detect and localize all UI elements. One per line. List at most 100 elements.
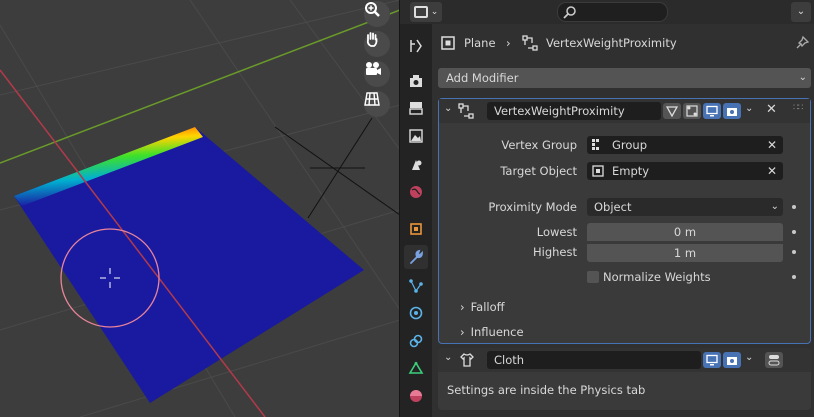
chevron-down-icon[interactable]: ⌄ (745, 103, 753, 114)
tab-object[interactable] (404, 217, 428, 241)
clear-icon[interactable]: ✕ (767, 162, 777, 180)
editor-type-icon (413, 6, 428, 18)
modifier-name-field[interactable]: VertexWeightProximity (487, 102, 661, 120)
close-icon[interactable]: ✕ (766, 102, 777, 117)
grid-icon[interactable] (364, 91, 390, 117)
render-toggle[interactable] (723, 352, 741, 368)
wrench-icon (410, 249, 423, 264)
add-modifier-label: Add Modifier (446, 71, 519, 85)
monitor-icon (706, 354, 718, 366)
camera-icon (727, 357, 737, 365)
keyframe-dot-icon[interactable] (792, 205, 796, 209)
tab-tool[interactable] (404, 34, 428, 58)
physics-icon (409, 306, 423, 320)
tab-particles[interactable] (404, 274, 428, 298)
realtime-toggle[interactable] (703, 103, 721, 119)
toggle-icon (768, 355, 780, 366)
highest-value: 1 m (673, 246, 697, 260)
proximity-mode-value: Object (594, 200, 632, 214)
pin-icon[interactable] (794, 35, 810, 51)
vertex-group-field[interactable]: Group ✕ (587, 136, 783, 154)
render-icon (410, 75, 422, 87)
hand-icon[interactable] (364, 31, 390, 57)
vertex-group-label: Vertex Group (501, 138, 577, 152)
proximity-mode-dropdown[interactable]: Object ⌄ (587, 198, 783, 216)
monitor-icon (706, 105, 718, 117)
render-toggle[interactable] (723, 103, 741, 119)
tab-modifiers[interactable] (404, 245, 428, 269)
tab-physics[interactable] (404, 301, 428, 325)
search-icon (563, 6, 576, 19)
influence-label: Influence (470, 325, 524, 339)
lowest-value: 0 m (673, 225, 697, 239)
keyframe-dot-icon[interactable] (792, 230, 796, 234)
3d-viewport[interactable] (0, 0, 400, 417)
tab-render[interactable] (404, 69, 428, 93)
mesh-data-icon (408, 361, 424, 374)
target-object-value: Empty (612, 164, 650, 178)
tab-view-layer[interactable] (404, 124, 428, 148)
on-cage-icon (666, 106, 678, 117)
breadcrumb-separator-icon: › (506, 36, 511, 50)
search-input[interactable] (557, 2, 668, 22)
modifier-name: Cloth (494, 353, 525, 367)
lowest-field[interactable]: 0 m (587, 223, 783, 241)
tab-object-data[interactable] (404, 357, 428, 381)
breadcrumb-object: Plane (464, 36, 496, 50)
tab-scene[interactable] (404, 153, 428, 177)
influence-subpanel-header[interactable]: › Influence (460, 325, 524, 339)
tab-constraints[interactable] (404, 329, 428, 353)
modifier-name: VertexWeightProximity (494, 104, 625, 118)
constraints-icon (409, 334, 423, 348)
highest-label: Highest (532, 245, 577, 259)
camera-icon[interactable] (364, 61, 390, 87)
highest-field[interactable]: 1 m (587, 243, 783, 262)
lowest-label: Lowest (536, 225, 577, 239)
normalize-weights-label: Normalize Weights (603, 270, 711, 284)
keyframe-dot-icon[interactable] (792, 250, 796, 254)
properties-tabs (400, 24, 432, 417)
target-object-field[interactable]: Empty ✕ (587, 162, 783, 180)
falloff-subpanel-header[interactable]: › Falloff (460, 300, 505, 314)
edit-mode-icon (686, 105, 698, 117)
add-modifier-button[interactable]: Add Modifier ⌄ (438, 68, 811, 88)
world-icon (410, 186, 422, 198)
collapse-chevron-icon[interactable]: ⌄ (444, 103, 452, 114)
options-dropdown-button[interactable]: ⌄ (791, 2, 811, 22)
modifier-name-field[interactable]: Cloth (487, 351, 701, 369)
tab-output[interactable] (404, 96, 428, 120)
camera-icon (727, 108, 737, 116)
object-icon (410, 223, 422, 235)
collapse-chevron-icon[interactable]: ⌄ (444, 352, 452, 363)
on-cage-toggle[interactable] (663, 103, 681, 119)
cloth-icon (460, 353, 474, 367)
particles-icon (409, 279, 423, 293)
tab-world[interactable] (404, 180, 428, 204)
object-icon (592, 165, 604, 177)
proximity-mode-label: Proximity Mode (488, 200, 577, 214)
vertex-weight-icon (458, 103, 474, 119)
normalize-weights-checkbox[interactable] (587, 271, 599, 283)
chevron-down-icon[interactable]: ⌄ (745, 352, 753, 363)
clear-icon[interactable]: ✕ (767, 136, 777, 154)
realtime-toggle[interactable] (703, 352, 721, 368)
chevron-down-icon: ⌄ (770, 201, 779, 212)
drag-handle-icon[interactable]: ∷∷ (793, 103, 804, 113)
tab-material[interactable] (404, 384, 428, 408)
zoom-icon[interactable] (364, 1, 390, 27)
target-object-label: Target Object (500, 164, 577, 178)
tool-icon (410, 39, 422, 53)
edit-mode-toggle[interactable] (683, 103, 701, 119)
view-layer-icon (409, 129, 423, 143)
expand-chevron-icon: › (460, 300, 465, 314)
physics-toggle[interactable] (765, 352, 783, 368)
chevron-down-icon: ⌄ (430, 7, 439, 17)
object-icon (441, 36, 455, 50)
cloth-info-text: Settings are inside the Physics tab (447, 383, 646, 397)
editor-type-button[interactable]: ⌄ (410, 2, 442, 22)
keyframe-dot-icon[interactable] (792, 275, 796, 279)
chevron-down-icon: ⌄ (798, 72, 807, 83)
vertex-group-value: Group (612, 138, 648, 152)
material-icon (410, 390, 422, 402)
viewport-scene (0, 0, 400, 417)
